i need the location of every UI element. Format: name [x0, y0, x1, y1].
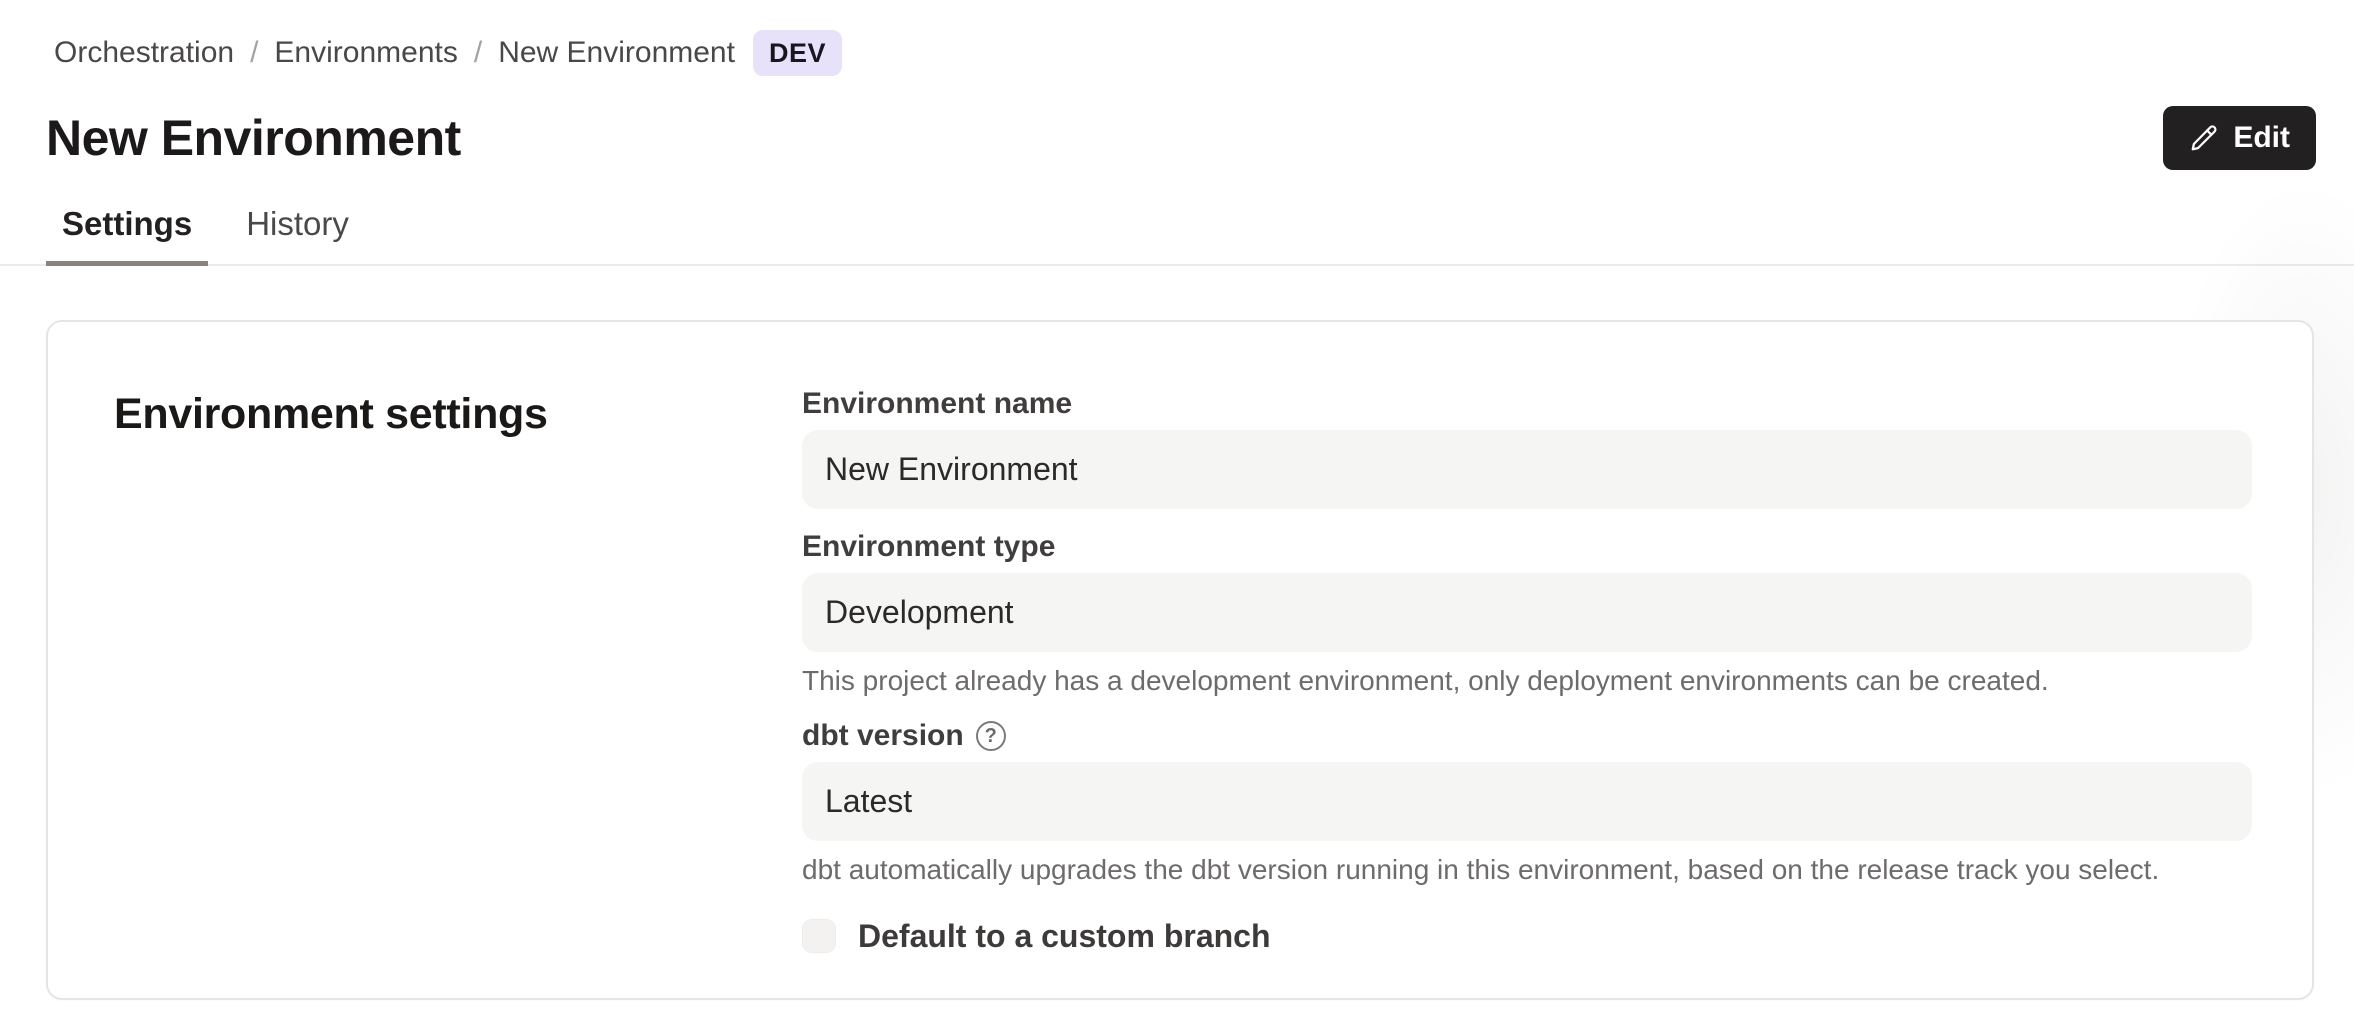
- breadcrumb: Orchestration / Environments / New Envir…: [0, 0, 2354, 76]
- environment-name-label: Environment name: [802, 386, 2252, 422]
- custom-branch-label: Default to a custom branch: [858, 917, 1271, 955]
- breadcrumb-new-environment[interactable]: New Environment: [498, 33, 735, 73]
- environment-type-helper-text: This project already has a development e…: [802, 664, 2252, 698]
- breadcrumb-orchestration[interactable]: Orchestration: [54, 33, 234, 73]
- dbt-version-helper-text: dbt automatically upgrades the dbt versi…: [802, 853, 2252, 887]
- field-environment-name: Environment name: [802, 386, 2252, 509]
- tab-history[interactable]: History: [230, 182, 365, 264]
- dbt-version-label-text: dbt version: [802, 718, 964, 754]
- breadcrumb-separator: /: [474, 33, 482, 73]
- custom-branch-row: Default to a custom branch: [802, 917, 2252, 955]
- environment-type-label: Environment type: [802, 529, 2252, 565]
- environment-settings-page: Orchestration / Environments / New Envir…: [0, 0, 2354, 1020]
- tab-bar: Settings History: [0, 182, 2354, 266]
- card-title: Environment settings: [114, 388, 548, 440]
- pencil-icon: [2189, 123, 2219, 153]
- environment-settings-form: Environment name Environment type This p…: [802, 386, 2252, 955]
- dbt-version-label: dbt version ?: [802, 718, 2252, 754]
- page-title: New Environment: [46, 109, 461, 167]
- field-dbt-version: dbt version ? dbt automatically upgrades…: [802, 718, 2252, 887]
- environment-name-input[interactable]: [802, 430, 2252, 509]
- dbt-version-input[interactable]: [802, 762, 2252, 841]
- environment-type-input[interactable]: [802, 573, 2252, 652]
- edit-button[interactable]: Edit: [2163, 106, 2316, 170]
- help-circle-icon[interactable]: ?: [976, 721, 1006, 751]
- custom-branch-checkbox[interactable]: [802, 919, 836, 953]
- field-environment-type: Environment type This project already ha…: [802, 529, 2252, 698]
- page-header: New Environment Edit: [46, 106, 2316, 170]
- tab-settings[interactable]: Settings: [46, 182, 208, 264]
- edit-button-label: Edit: [2233, 121, 2290, 155]
- environment-type-badge: DEV: [753, 30, 842, 76]
- environment-settings-card: Environment settings Environment name En…: [46, 320, 2314, 1000]
- breadcrumb-environments[interactable]: Environments: [274, 33, 457, 73]
- breadcrumb-separator: /: [250, 33, 258, 73]
